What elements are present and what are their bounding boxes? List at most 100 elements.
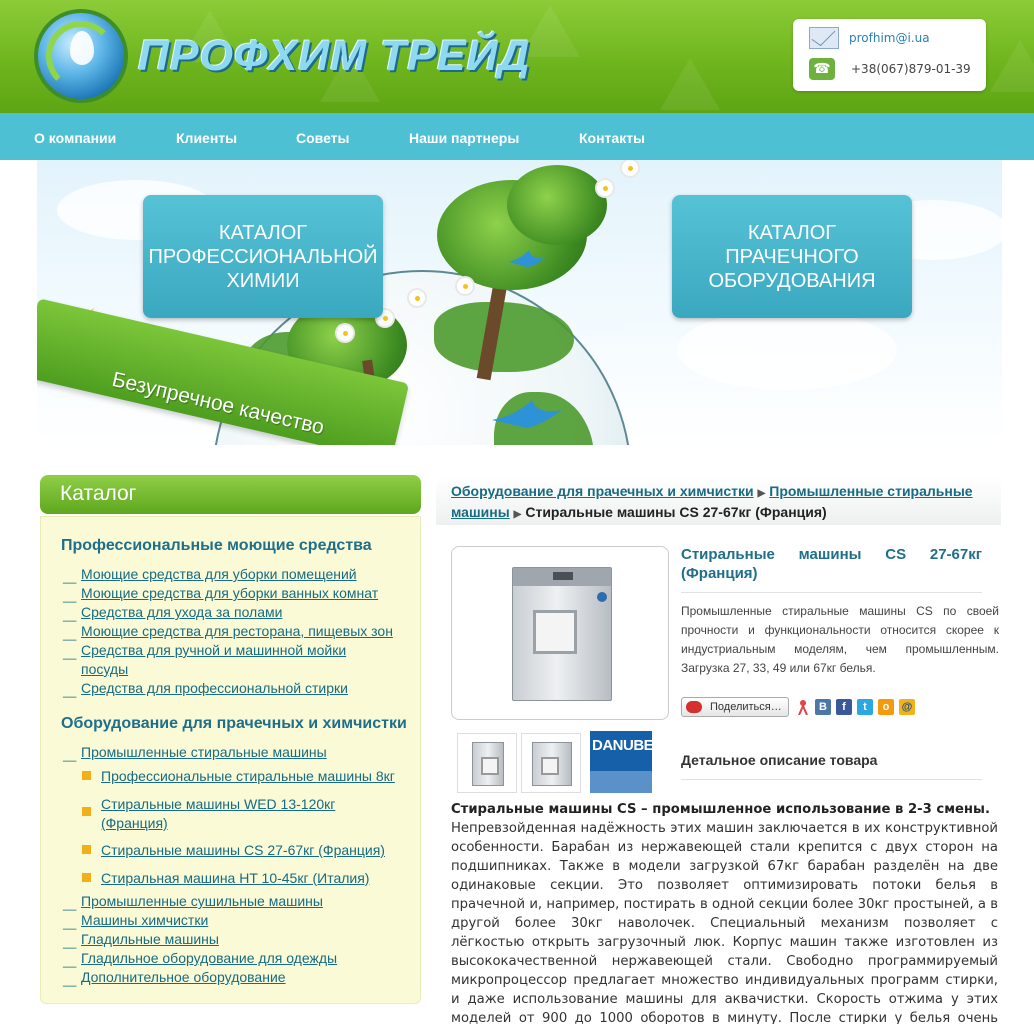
bullet-square <box>82 873 91 882</box>
washer-logo <box>597 592 607 602</box>
sidebar-link[interactable]: Дополнительное оборудование <box>81 968 286 987</box>
catalog-chemistry-button[interactable]: КАТАЛОГ ПРОФЕССИОНАЛЬНОЙ ХИМИИ <box>143 195 383 318</box>
sidebar-link[interactable]: Промышленные сушильные машины <box>81 892 323 911</box>
header-pattern <box>660 58 720 110</box>
phone-number: +38(067)879-01-39 <box>851 62 971 76</box>
bird-icon <box>492 400 562 428</box>
main-nav: О компании Клиенты Советы Наши партнеры … <box>0 113 1034 160</box>
catalog-laundry-label: КАТАЛОГ ПРАЧЕЧНОГО ОБОРУДОВАНИЯ <box>708 221 876 292</box>
product-description: Промышленные стиральные машины CS по сво… <box>681 604 999 675</box>
daisy-icon <box>457 278 473 294</box>
catalog-panel: Профессиональные моющие средства __ Моющ… <box>40 516 421 1004</box>
bullet-dash: __ <box>63 684 77 698</box>
person-icon[interactable] <box>795 699 811 715</box>
bullet-dash: __ <box>63 973 77 987</box>
sidebar-sublink[interactable]: Стиральная машина HT 10-45кг (Италия) <box>101 869 369 888</box>
hero-banner: Безупречное качество КАТАЛОГ ПРОФЕССИОНА… <box>37 160 1002 445</box>
sidebar-link[interactable]: Промышленные стиральные машины <box>81 743 327 762</box>
breadcrumb-current: Стиральные машины CS 27-67кг (Франция) <box>525 504 827 520</box>
nav-partners[interactable]: Наши партнеры <box>409 113 519 160</box>
sidebar-link[interactable]: Гладильные машины <box>81 930 219 949</box>
bullet-dash: __ <box>63 570 77 584</box>
breadcrumb: Оборудование для прачечных и химчистки ▶ П… <box>436 477 1001 525</box>
section-title-laundry: Оборудование для прачечных и химчистки <box>61 715 407 732</box>
sidebar-link[interactable]: Машины химчистки <box>81 911 208 930</box>
product-thumbnail-brand[interactable]: DANUBE <box>590 731 652 793</box>
contact-box: profhim@i.ua ☎ +38(067)879-01-39 <box>793 19 986 91</box>
sidebar-link[interactable]: Моющие средства для уборки ванных комнат <box>81 584 378 603</box>
product-thumbnail[interactable] <box>521 733 581 793</box>
cloud <box>677 310 897 390</box>
product-title: Стиральные машины CS 27-67кг (Франция) <box>681 546 982 582</box>
bullet-dash: __ <box>63 608 77 622</box>
product-image[interactable] <box>451 546 669 720</box>
bullet-dash: __ <box>63 589 77 603</box>
breadcrumb-link[interactable]: Оборудование для прачечных и химчистки <box>451 483 754 499</box>
washer-image <box>512 567 612 701</box>
bullet-dash: __ <box>63 897 77 911</box>
catalog-header: Каталог <box>40 475 421 514</box>
sidebar-link[interactable]: Моющие средства для уборки помещений <box>81 565 357 584</box>
bullet-square <box>82 845 91 854</box>
divider <box>681 592 982 593</box>
sidebar-link[interactable]: Средства для ухода за полами <box>81 603 282 622</box>
tree-illustration <box>507 165 607 245</box>
detail-title: Детальное описание товара <box>681 752 878 768</box>
thumbnail-washer <box>472 742 504 786</box>
share-button[interactable]: Поделиться… <box>681 697 789 717</box>
product-thumbnail[interactable] <box>457 733 517 793</box>
product-body: Стиральные машины CS – промышленное испо… <box>451 800 998 1024</box>
email-row: profhim@i.ua <box>809 27 930 49</box>
bullet-dash: __ <box>63 954 77 968</box>
divider <box>681 779 982 780</box>
phone-icon: ☎ <box>809 58 835 80</box>
catalog-laundry-button[interactable]: КАТАЛОГ ПРАЧЕЧНОГО ОБОРУДОВАНИЯ <box>672 195 912 318</box>
daisy-icon <box>409 290 425 306</box>
chevron-right-icon: ▶ <box>513 509 522 520</box>
nav-about[interactable]: О компании <box>34 113 116 160</box>
share-icon <box>686 701 702 713</box>
nav-tips[interactable]: Советы <box>296 113 350 160</box>
body-paragraph: Непревзойденная надёжность этих машин за… <box>451 821 998 1024</box>
bullet-dash: __ <box>63 627 77 641</box>
mail-ru-icon[interactable]: @ <box>899 699 915 715</box>
vk-icon[interactable]: В <box>815 699 831 715</box>
daisy-icon <box>597 180 613 196</box>
facebook-icon[interactable]: f <box>836 699 852 715</box>
sidebar-link[interactable]: Средства для профессиональной стирки <box>81 679 348 698</box>
sidebar-sublink[interactable]: Профессиональные стиральные машины 8кг <box>101 767 395 786</box>
catalog-chemistry-label: КАТАЛОГ ПРОФЕССИОНАЛЬНОЙ ХИМИИ <box>148 221 378 292</box>
sidebar-link[interactable]: Моющие средства для ресторана, пищевых з… <box>81 622 393 641</box>
sidebar-sublink[interactable]: Стиральные машины CS 27-67кг (Франция) <box>101 841 385 860</box>
daisy-icon <box>337 325 353 341</box>
odnoklassniki-icon[interactable]: o <box>878 699 894 715</box>
daisy-icon <box>622 160 638 176</box>
chevron-right-icon: ▶ <box>757 488 766 499</box>
email-link[interactable]: profhim@i.ua <box>849 31 930 45</box>
sidebar-link[interactable]: Средства для ручной и машинной мойки пос… <box>81 641 381 679</box>
sidebar-link[interactable]: Гладильное оборудование для одежды <box>81 949 337 968</box>
bullet-dash: __ <box>63 916 77 930</box>
logo-drop <box>70 31 94 65</box>
section-title-chemistry: Профессиональные моющие средства <box>61 537 372 554</box>
sidebar-sublink[interactable]: Стиральные машины WED 13-120кг (Франция) <box>101 795 381 833</box>
phone-row: ☎ +38(067)879-01-39 <box>809 58 971 80</box>
body-heading: Стиральные машины CS – промышленное испо… <box>451 802 990 817</box>
logo-text[interactable]: ПРОФХИМ ТРЕЙД <box>138 32 531 81</box>
share-label: Поделиться… <box>710 701 782 713</box>
bullet-dash: __ <box>63 646 77 660</box>
logo-icon[interactable] <box>34 9 128 103</box>
bird-icon <box>509 250 545 267</box>
bullet-dash: __ <box>63 935 77 949</box>
washer-control-panel <box>513 568 611 586</box>
site-header: ПРОФХИМ ТРЕЙД profhim@i.ua ☎ +38(067)879… <box>0 0 1034 113</box>
brand-logo-text: DANUBE <box>592 737 652 754</box>
twitter-icon[interactable]: t <box>857 699 873 715</box>
nav-contacts[interactable]: Контакты <box>579 113 645 160</box>
header-pattern <box>990 40 1034 92</box>
nav-clients[interactable]: Клиенты <box>176 113 237 160</box>
bullet-square <box>82 771 91 780</box>
mail-icon <box>809 27 839 49</box>
bullet-dash: __ <box>63 748 77 762</box>
globe-land <box>434 302 574 372</box>
